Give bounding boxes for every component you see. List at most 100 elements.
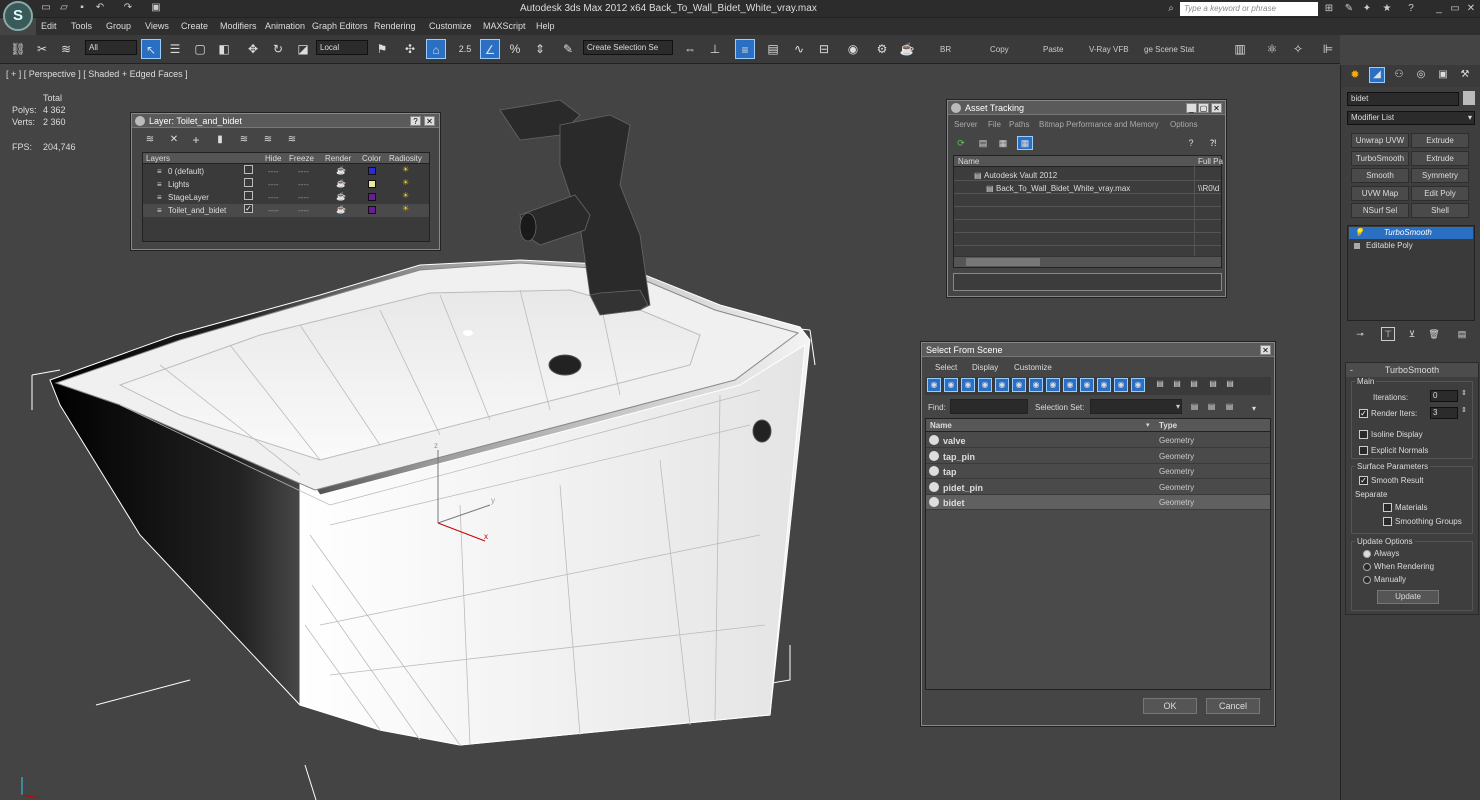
utilities-tab-icon[interactable]: ⚒ — [1457, 67, 1473, 83]
mirror-icon[interactable]: ⇔ — [680, 39, 700, 59]
help-icon[interactable]: ? — [1404, 2, 1418, 16]
copy-button[interactable]: Copy — [990, 45, 1009, 54]
display-tab-icon[interactable]: ▣ — [1435, 67, 1451, 83]
update-button[interactable]: Update — [1377, 590, 1439, 604]
material-editor-icon[interactable]: ◉ — [843, 39, 863, 59]
plus-icon[interactable] — [1354, 243, 1360, 249]
save-icon[interactable]: ▪ — [76, 2, 88, 14]
select-object-icon[interactable]: ↖ — [141, 39, 161, 59]
detail-view-icon[interactable]: ▦ — [996, 136, 1010, 150]
open-icon[interactable]: ▱ — [58, 2, 70, 14]
align-left-icon[interactable]: ⊫ — [1318, 39, 1338, 59]
close-icon[interactable]: ✕ — [1464, 2, 1478, 16]
display-groups-icon[interactable]: ◉ — [1029, 378, 1043, 392]
rotate-icon[interactable]: ↻ — [268, 39, 288, 59]
display-all-icon[interactable]: ◉ — [1131, 378, 1145, 392]
modifier-button[interactable]: Unwrap UVW — [1351, 133, 1409, 148]
manage-scene-states-button[interactable]: ge Scene Stat — [1144, 45, 1194, 54]
minimize-icon[interactable]: _ — [1432, 2, 1446, 16]
close-button[interactable]: ✕ — [1211, 103, 1222, 113]
remove-from-set-icon[interactable]: ▤ — [1223, 400, 1236, 413]
select-in-layer-icon[interactable]: ▮ — [212, 132, 228, 148]
remove-modifier-icon[interactable]: 🗑 — [1427, 327, 1441, 341]
modifier-button[interactable]: Shell — [1411, 203, 1469, 218]
current-layer-checkbox[interactable] — [244, 191, 256, 201]
modifier-list-dropdown[interactable]: Modifier List ▾ — [1347, 111, 1475, 125]
asset-menu-file[interactable]: File — [988, 120, 1001, 129]
layer-row[interactable]: ≡ StageLayer ---- ---- ☕ ☀ — [143, 191, 429, 204]
display-bones-icon[interactable]: ◉ — [1063, 378, 1077, 392]
layer-row[interactable]: ≡ Lights ---- ---- ☕ ☀ — [143, 178, 429, 191]
snapshot-icon[interactable]: ▥ — [1230, 39, 1250, 59]
menu-customize[interactable]: Customize — [429, 21, 472, 31]
show-end-result-icon[interactable]: ⊤ — [1381, 327, 1395, 341]
spinner-arrows-icon[interactable]: ⇕ — [1461, 389, 1467, 397]
pivot-icon[interactable]: ⚑ — [372, 39, 392, 59]
graphite-toggle-icon[interactable]: ▤ — [763, 39, 783, 59]
modifier-button[interactable]: Extrude — [1411, 133, 1469, 148]
menu-graph-editors[interactable]: Graph Editors — [312, 21, 368, 31]
br-button[interactable]: BR — [940, 45, 951, 54]
when-rendering-radio[interactable]: When Rendering — [1363, 562, 1434, 571]
expand-icon[interactable]: ▾ — [1248, 403, 1260, 415]
col-layers[interactable]: Layers — [146, 154, 170, 163]
menu-help[interactable]: Help — [536, 21, 555, 31]
favorites-icon[interactable]: ✦ — [1360, 2, 1374, 16]
create-layer-icon[interactable]: ≋ — [142, 132, 158, 148]
star-icon[interactable]: ★ — [1380, 2, 1394, 16]
undo-icon[interactable]: ↶ — [94, 2, 106, 14]
keyboard-shortcut-icon[interactable]: ⌂ — [426, 39, 446, 59]
display-hidden-icon[interactable]: ◉ — [1114, 378, 1128, 392]
menu-tools[interactable]: Tools — [71, 21, 92, 31]
display-frozen-icon[interactable]: ◉ — [1097, 378, 1111, 392]
display-containers-icon[interactable]: ◉ — [1080, 378, 1094, 392]
configure-sets-icon[interactable]: ▤ — [1455, 327, 1469, 341]
help-icon[interactable]: ? — [1184, 136, 1198, 150]
subscription-icon[interactable]: ✎ — [1342, 2, 1356, 16]
motion-tab-icon[interactable]: ◎ — [1413, 67, 1429, 83]
teapot-icon[interactable]: ☕ — [336, 205, 346, 214]
hide-toggle[interactable]: ---- — [268, 180, 279, 189]
hide-all-icon[interactable]: ≋ — [260, 132, 276, 148]
select-by-name-icon[interactable]: ☰ — [165, 39, 185, 59]
explicit-normals-checkbox[interactable]: Explicit Normals — [1359, 446, 1428, 456]
menu-animation[interactable]: Animation — [265, 21, 305, 31]
select-none-icon[interactable]: ▤ — [1206, 378, 1220, 392]
sort-icon[interactable]: ▾ — [1146, 421, 1150, 429]
minimize-button[interactable]: _ — [1186, 103, 1197, 113]
display-shapes-icon[interactable]: ◉ — [944, 378, 958, 392]
display-geometry-icon[interactable]: ◉ — [927, 378, 941, 392]
new-icon[interactable]: ▭ — [40, 2, 52, 14]
asset-menu-options[interactable]: Options — [1170, 120, 1198, 129]
help-button[interactable]: ? — [410, 116, 421, 126]
modify-tab-icon[interactable]: ◢ — [1369, 67, 1385, 83]
rect-selection-icon[interactable]: ▢ — [190, 39, 210, 59]
col-full-path[interactable]: Full Pa — [1198, 157, 1223, 166]
named-selection-sets[interactable]: Create Selection Se — [583, 40, 673, 55]
col-hide[interactable]: Hide — [265, 154, 281, 163]
ref-coord-dropdown[interactable]: Local — [316, 40, 368, 55]
list-view-icon[interactable]: ▤ — [976, 136, 990, 150]
layer-color-swatch[interactable] — [368, 193, 376, 201]
display-xrefs-icon[interactable]: ◉ — [1046, 378, 1060, 392]
unlink-icon[interactable]: ✂ — [32, 39, 52, 59]
delete-layer-icon[interactable]: ✕ — [166, 132, 182, 148]
teapot-icon[interactable]: ☕ — [336, 192, 346, 201]
object-row[interactable]: tap_pin Geometry — [926, 448, 1270, 464]
selection-set-dropdown[interactable]: ▾ — [1090, 399, 1182, 414]
lightbulb-icon[interactable]: 💡 — [1354, 228, 1364, 237]
teapot-icon[interactable]: ☕ — [336, 166, 346, 175]
scroll-thumb[interactable] — [966, 258, 1040, 266]
table-view-icon[interactable]: ▦ — [1017, 136, 1033, 150]
spinner-arrows-icon[interactable]: ⇕ — [1461, 406, 1467, 414]
modifier-button[interactable]: Smooth — [1351, 168, 1409, 183]
object-name-input[interactable]: bidet — [1347, 92, 1459, 106]
menu-edit[interactable]: Edit — [41, 21, 57, 31]
asset-hscrollbar[interactable] — [954, 256, 1221, 267]
perspective-viewport[interactable]: [ + ] [ Perspective ] [ Shaded + Edged F… — [0, 65, 1340, 800]
menu-rendering[interactable]: Rendering — [374, 21, 416, 31]
stack-item-turbosmooth[interactable]: 💡 TurboSmooth — [1349, 227, 1473, 239]
object-row[interactable]: valve Geometry — [926, 433, 1270, 448]
col-name[interactable]: Name — [958, 157, 979, 166]
align-icon[interactable]: ⊥ — [705, 39, 725, 59]
